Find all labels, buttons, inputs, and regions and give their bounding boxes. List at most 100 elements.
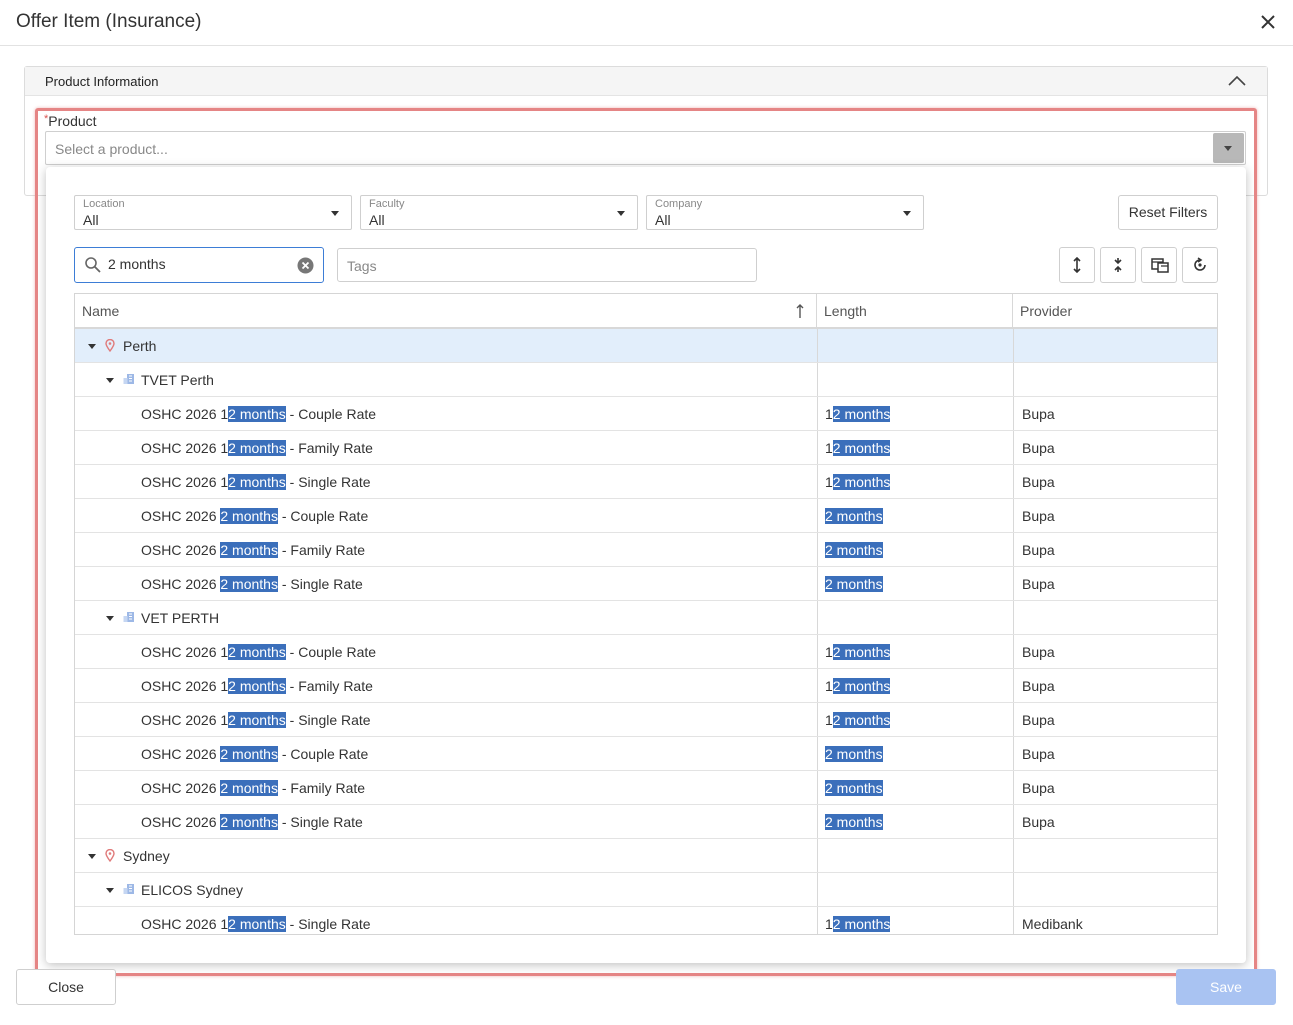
length-cell [817,329,1012,362]
column-chooser-button[interactable] [1141,247,1177,283]
dialog-title: Offer Item (Insurance) [16,11,202,32]
chevron-up-icon[interactable] [1227,73,1247,89]
name-prefix: OSHC 2026 1 [141,644,229,660]
search-box[interactable] [74,247,324,283]
column-header-length[interactable]: Length [817,294,1012,327]
chevron-down-icon[interactable] [106,888,114,893]
table-row[interactable]: OSHC 2026 2 months - Single Rate 2 months… [75,567,1217,601]
column-header-name[interactable]: Name [75,294,816,327]
name-cell: OSHC 2026 12 months - Couple Rate [75,635,816,668]
table-row[interactable]: OSHC 2026 12 months - Single Rate 12 mont… [75,703,1217,737]
name-prefix: OSHC 2026 [141,814,221,830]
group-row[interactable]: Sydney [75,839,1217,873]
company-filter[interactable]: Company All [646,195,924,230]
provider-name: Medibank [1022,916,1083,932]
name-cell: OSHC 2026 12 months - Family Rate [75,669,816,702]
name-cell: OSHC 2026 12 months - Single Rate [75,703,816,736]
tags-input[interactable] [347,258,727,274]
table-row[interactable]: OSHC 2026 2 months - Family Rate 2 months… [75,533,1217,567]
name-cell: VET PERTH [75,601,816,634]
provider-cell: Bupa [1013,567,1217,600]
search-match: 2 months [220,542,278,558]
reset-filters-button[interactable]: Reset Filters [1118,195,1218,230]
search-match: 2 months [220,576,278,592]
name-suffix: - Family Rate [277,780,366,796]
table-row[interactable]: OSHC 2026 2 months - Family Rate 2 months… [75,771,1217,805]
location-pin-icon [105,849,115,862]
name-cell: TVET Perth [75,363,816,396]
refresh-button[interactable] [1182,247,1218,283]
search-match: 2 months [832,440,891,456]
save-button[interactable]: Save [1176,969,1276,1005]
name-cell: ELICOS Sydney [75,873,816,906]
table-row[interactable]: OSHC 2026 12 months - Family Rate 12 mont… [75,669,1217,703]
column-header-provider[interactable]: Provider [1013,294,1217,327]
chevron-down-icon[interactable] [88,344,96,349]
product-select[interactable]: Select a product... [45,131,1246,165]
length-cell: 2 months [817,533,1012,566]
tags-box[interactable] [337,248,757,282]
group-row[interactable]: Perth [75,329,1217,363]
name-prefix: OSHC 2026 1 [141,916,229,932]
length-prefix: 1 [825,916,833,932]
expand-all-button[interactable] [1059,247,1095,283]
provider-cell: Bupa [1013,635,1217,668]
table-row[interactable]: OSHC 2026 2 months - Single Rate 2 months… [75,805,1217,839]
section-header[interactable]: Product Information [25,67,1267,96]
search-match: 2 months [228,474,286,490]
name-suffix: - Couple Rate [285,644,377,660]
search-input[interactable] [108,256,288,272]
name-suffix: - Single Rate [277,814,363,830]
search-match: 2 months [832,678,891,694]
name-cell: OSHC 2026 2 months - Single Rate [75,805,816,838]
table-row[interactable]: OSHC 2026 12 months - Couple Rate 12 mont… [75,397,1217,431]
table-row[interactable]: OSHC 2026 12 months - Single Rate 12 mont… [75,907,1217,934]
table-row[interactable]: OSHC 2026 12 months - Family Rate 12 mont… [75,431,1217,465]
group-label: TVET Perth [141,372,214,388]
group-row[interactable]: VET PERTH [75,601,1217,635]
table-row[interactable]: OSHC 2026 12 months - Couple Rate 12 mont… [75,635,1217,669]
provider-name: Bupa [1022,508,1055,524]
close-icon[interactable] [1255,9,1281,35]
name-prefix: OSHC 2026 [141,542,221,558]
product-name: OSHC 2026 2 months - Single Rate [141,567,363,601]
name-suffix: - Single Rate [285,916,371,932]
group-row[interactable]: ELICOS Sydney [75,873,1217,907]
collapse-all-button[interactable] [1100,247,1136,283]
close-button[interactable]: Close [16,969,116,1005]
provider-cell [1013,363,1217,396]
group-row[interactable]: TVET Perth [75,363,1217,397]
chevron-down-icon[interactable] [106,378,114,383]
chevron-down-icon[interactable] [1213,133,1244,163]
length-cell [817,363,1012,396]
sort-ascending-icon[interactable] [795,303,805,319]
table-row[interactable]: OSHC 2026 12 months - Single Rate 12 mont… [75,465,1217,499]
name-cell: OSHC 2026 2 months - Single Rate [75,567,816,600]
dialog-header: Offer Item (Insurance) [0,0,1293,46]
name-prefix: OSHC 2026 1 [141,406,229,422]
name-prefix: OSHC 2026 1 [141,474,229,490]
search-match: 2 months [825,576,883,592]
length-cell: 2 months [817,567,1012,600]
grid-rows: Perth TVET Perth OSHC 2026 12 months - Cou… [75,329,1217,934]
name-cell: OSHC 2026 2 months - Family Rate [75,771,816,804]
product-name: OSHC 2026 12 months - Single Rate [141,703,371,737]
location-filter[interactable]: Location All [74,195,352,230]
chevron-down-icon[interactable] [88,854,96,859]
provider-cell: Bupa [1013,499,1217,532]
length-cell: 12 months [817,397,1012,430]
provider-cell: Bupa [1013,669,1217,702]
clear-search-icon[interactable] [297,257,314,274]
provider-name: Bupa [1022,576,1055,592]
faculty-filter-value: All [369,212,385,228]
search-match: 2 months [825,508,883,524]
faculty-filter[interactable]: Faculty All [360,195,638,230]
length-prefix: 1 [825,440,833,456]
chevron-down-icon[interactable] [106,616,114,621]
table-row[interactable]: OSHC 2026 2 months - Couple Rate 2 months… [75,499,1217,533]
length-prefix: 1 [825,678,833,694]
length-cell: 2 months [817,499,1012,532]
table-row[interactable]: OSHC 2026 2 months - Couple Rate 2 months… [75,737,1217,771]
search-match: 2 months [228,406,286,422]
name-prefix: OSHC 2026 [141,780,221,796]
